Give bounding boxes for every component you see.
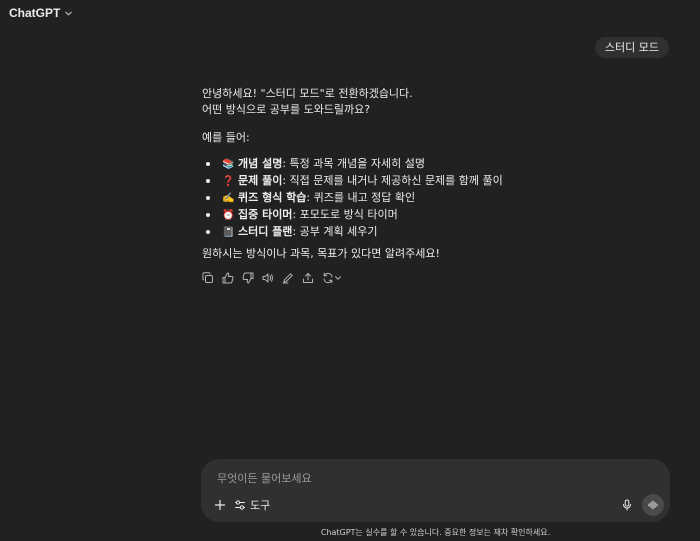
edit-icon [282,273,293,284]
app-title: ChatGPT [9,6,61,20]
composer: 도구 [201,459,670,522]
question-icon: ❓ [222,176,235,187]
thumbs-down-button[interactable] [240,270,256,286]
tools-label: 도구 [250,499,271,512]
share-icon [303,273,313,283]
copy-button[interactable] [200,270,216,286]
user-message: 스터디 모드 [594,37,669,58]
list-item: ✍️ 퀴즈 형식 학습: 퀴즈를 내고 정답 확인 [202,189,532,206]
notebook-icon: 📓 [222,227,235,238]
disclaimer: ChatGPT는 실수를 할 수 있습니다. 중요한 정보는 재차 확인하세요. [320,528,551,537]
chevron-down-icon [335,276,341,280]
item-title: 문제 풀이 [238,174,283,187]
list-item: ❓ 문제 풀이: 직접 문제를 내거나 제공하신 문제를 함께 풀이 [202,172,532,189]
message-input[interactable] [215,468,619,488]
model-selector[interactable]: ChatGPT [9,6,73,20]
example-label: 예를 들어: [202,131,250,144]
item-title: 집중 타이머 [238,208,293,221]
item-desc: : 특정 과목 개념을 자세히 설명 [282,157,425,170]
alarm-clock-icon: ⏰ [222,210,235,221]
read-aloud-button[interactable] [260,270,276,286]
regenerate-icon [323,272,333,284]
dictate-button[interactable] [618,496,636,514]
edit-button[interactable] [280,270,296,286]
tools-button[interactable]: 도구 [234,496,270,514]
add-attachment-button[interactable] [211,496,229,514]
sliders-icon [235,500,245,510]
thumbs-down-icon [242,272,254,284]
item-desc: : 공부 계획 세우기 [292,225,378,238]
share-button[interactable] [300,270,316,286]
assistant-outro: 원하시는 방식이나 과목, 목표가 있다면 알려주세요! [202,247,440,260]
regenerate-button[interactable] [320,270,344,286]
intro-line-1: 안녕하세요! "스터디 모드"로 전환하겠습니다. [202,87,413,100]
writing-hand-icon: ✍️ [222,193,235,204]
item-title: 퀴즈 형식 학습 [238,191,307,204]
item-desc: : 퀴즈를 내고 정답 확인 [306,191,416,204]
chevron-down-icon [64,9,73,18]
list-item: ⏰ 집중 타이머: 포모도로 방식 타이머 [202,206,532,223]
voice-mode-button[interactable] [642,494,664,516]
item-title: 스터디 플랜 [238,225,293,238]
message-actions [200,270,344,286]
list-item: 📚 개념 설명: 특정 과목 개념을 자세히 설명 [202,155,532,172]
books-icon: 📚 [222,159,235,170]
waveform-icon [648,500,658,510]
plus-icon [214,499,226,511]
item-desc: : 직접 문제를 내거나 제공하신 문제를 함께 풀이 [282,174,503,187]
thumbs-up-button[interactable] [220,270,236,286]
item-title: 개념 설명 [238,157,283,170]
microphone-icon [623,499,631,511]
item-desc: : 포모도로 방식 타이머 [292,208,398,221]
assistant-intro: 안녕하세요! "스터디 모드"로 전환하겠습니다. 어떤 방식으로 공부를 도와… [202,86,532,118]
option-list: 📚 개념 설명: 특정 과목 개념을 자세히 설명 ❓ 문제 풀이: 직접 문제를 … [202,155,532,240]
list-item: 📓 스터디 플랜: 공부 계획 세우기 [202,223,532,240]
intro-line-2: 어떤 방식으로 공부를 도와드릴까요? [202,103,371,116]
copy-icon [202,272,213,283]
assistant-message: 안녕하세요! "스터디 모드"로 전환하겠습니다. 어떤 방식으로 공부를 도와… [202,86,532,262]
thumbs-up-icon [222,272,234,284]
speaker-icon [262,273,273,283]
